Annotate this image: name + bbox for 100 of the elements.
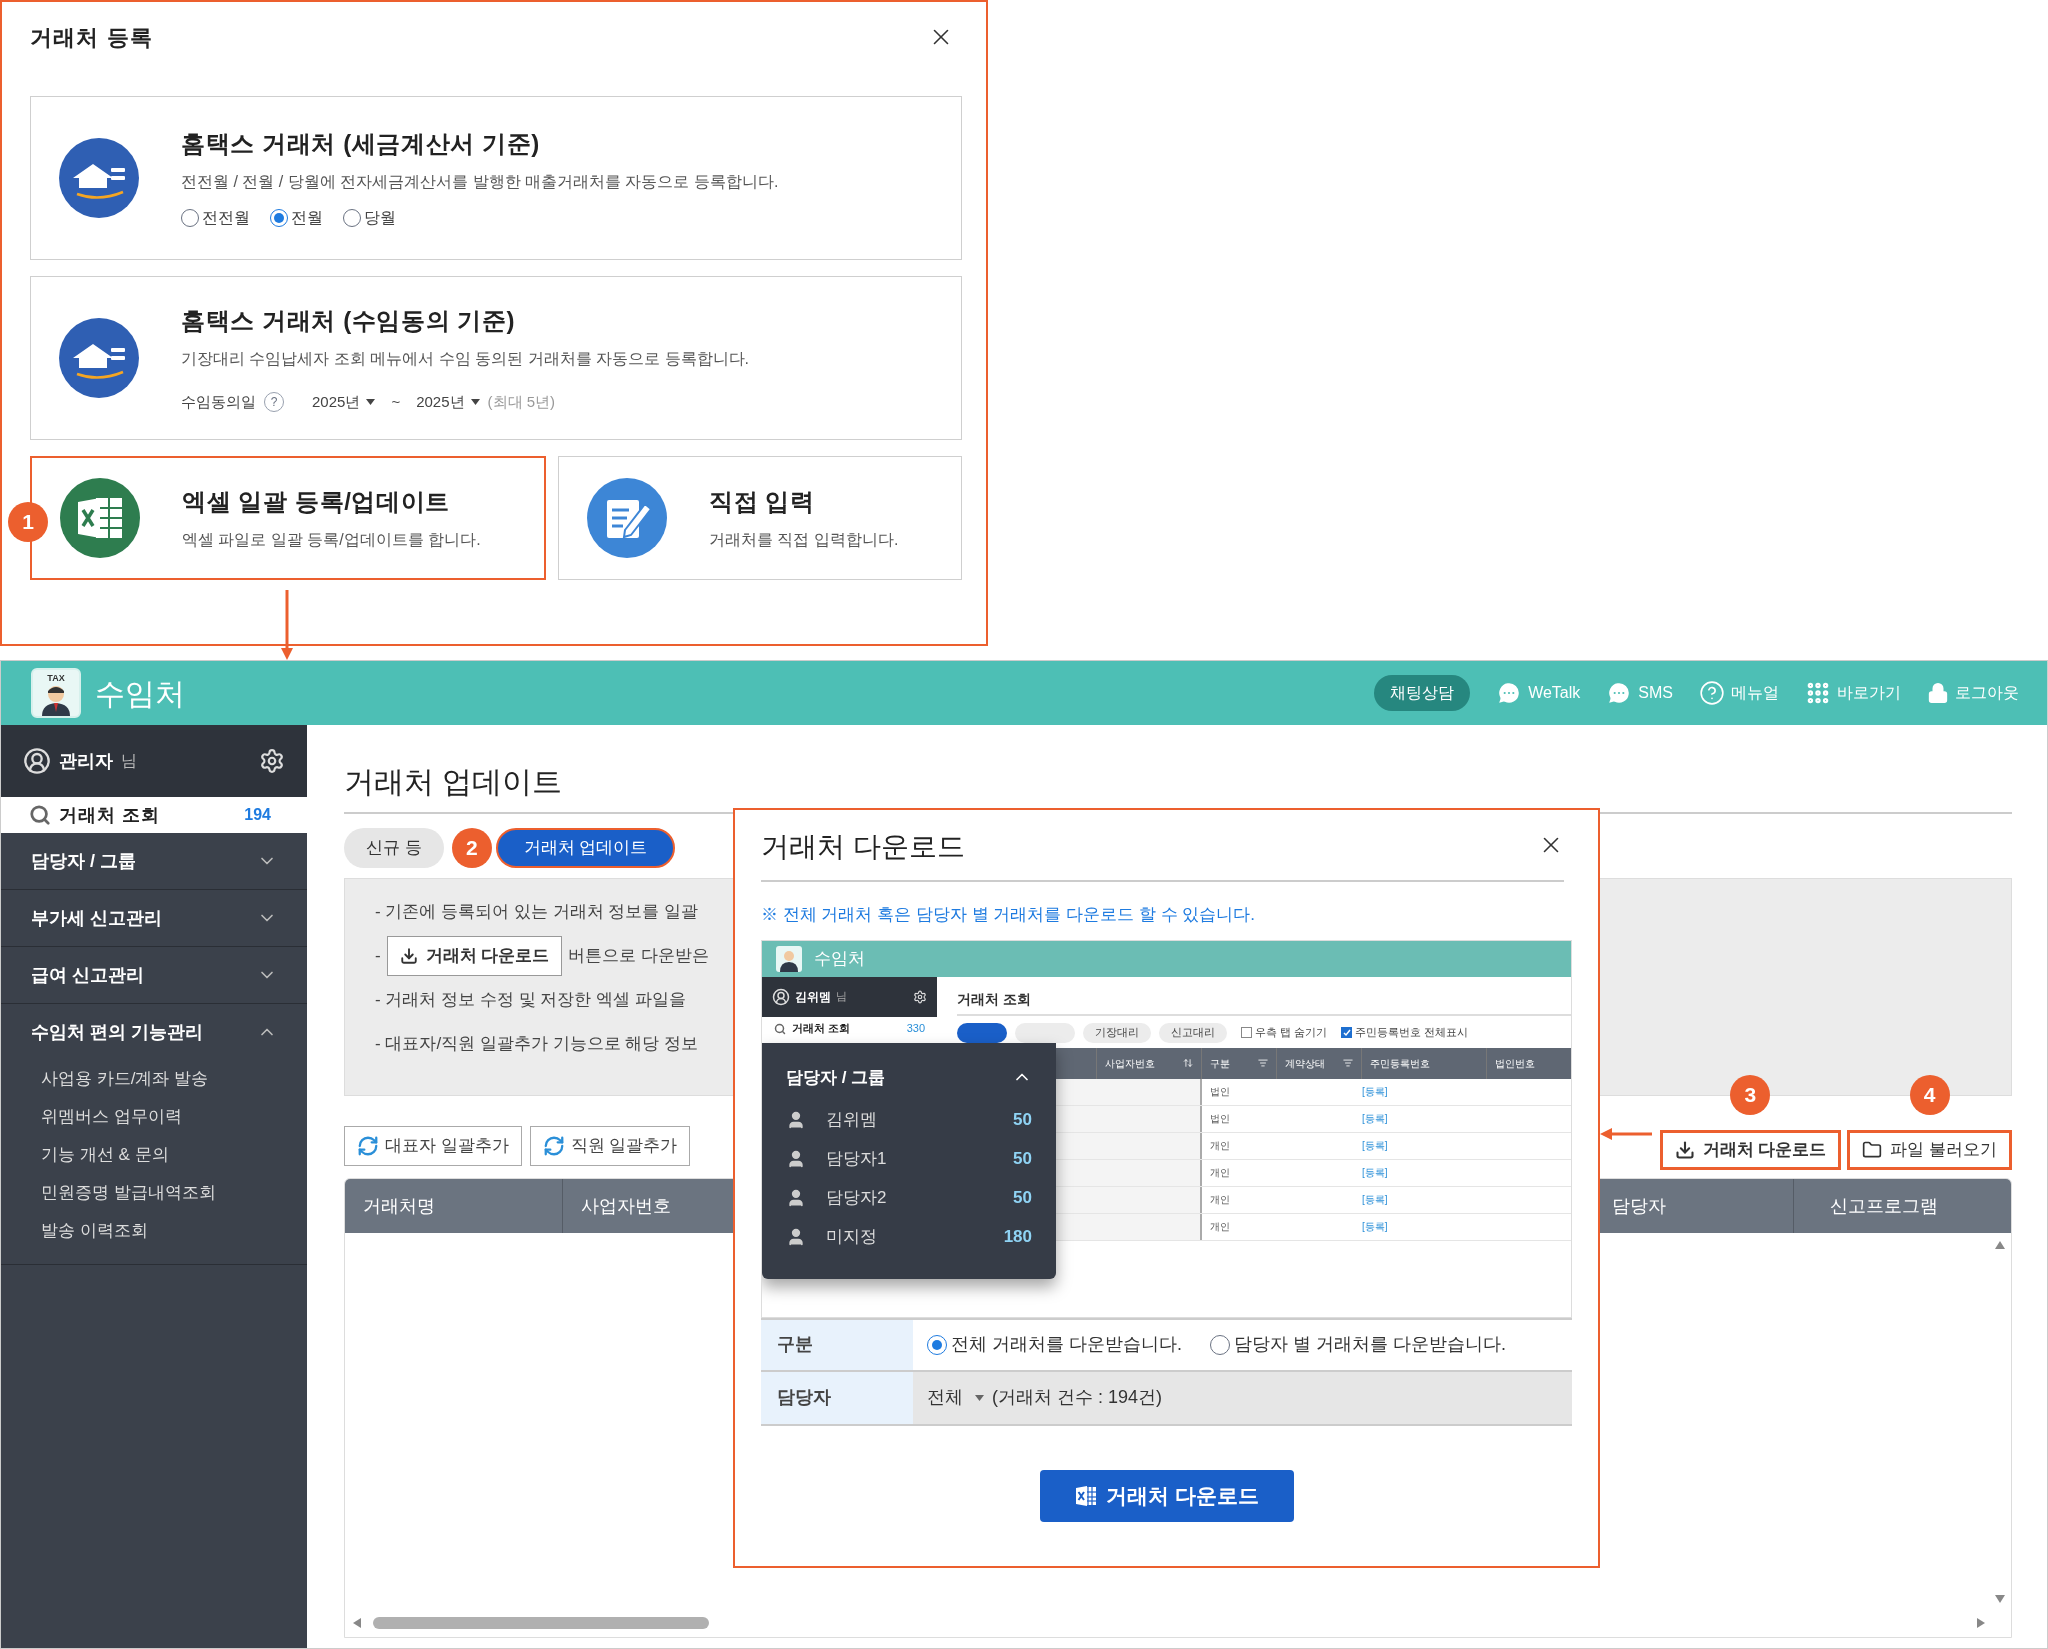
option-description: 전전월 / 전월 / 당월에 전자세금계산서를 발행한 매출거래처를 자동으로 등록합니다. [181,172,779,192]
menu-section[interactable]: 수임처 편의 기능관리 [1,1004,307,1060]
search-icon [774,1022,786,1035]
option-description: 기장대리 수임납세자 조회 메뉴에서 수임 동의된 거래처를 자동으로 등록합니다. [181,348,749,369]
radio-button[interactable] [343,209,361,227]
person-icon [786,1187,806,1208]
radio-button[interactable] [270,209,288,227]
manager-select[interactable]: 전체 [927,1384,984,1411]
download-submit-button[interactable]: 거래처 다운로드 [1039,1469,1294,1522]
manager-item[interactable]: 미지정 180 [786,1217,1032,1256]
caret-icon [470,399,480,405]
scroll-left-icon[interactable] [353,1618,363,1628]
refresh-icon [357,1135,379,1157]
step-badge: 3 [1730,1075,1771,1115]
grid-icon [1805,680,1831,706]
scroll-up-icon[interactable] [1995,1241,2005,1251]
chat-consult-button[interactable]: 채팅상담 [1374,675,1471,711]
user-suffix: 님 [836,989,847,1005]
horizontal-scrollbar[interactable] [373,1617,709,1629]
range-note: (최대 5년) [487,391,555,412]
search-icon [29,804,51,826]
submenu-item[interactable]: 위멤버스 업무이력 [41,1098,307,1136]
radio-label: 당월 [364,208,396,228]
person-figure-icon [39,684,73,716]
dialog-title: 거래처 등록 [30,23,153,52]
info-text: 버튼으로 다운받은 [568,945,710,968]
house-logo-icon [59,138,139,218]
option-title: 홈택스 거래처 (수임동의 기준) [181,305,517,336]
menu-item[interactable]: 거래처 조회 194 [1,797,307,833]
table-cell-text: 법인 [1209,1085,1231,1099]
spreadsheet-icon [1074,1483,1099,1508]
option-card[interactable]: 홈택스 거래처 (세금계산서 기준) 전전월 / 전월 / 당월에 전자세금계산서를 발행한 매출거래처를 자동으로 등록합니다. 전전월 전월 당월 [30,96,962,260]
scroll-down-icon[interactable] [1995,1595,2005,1605]
year-select[interactable]: 2025년 [312,390,376,414]
person-icon [786,1148,806,1169]
tab-pill [957,1022,1007,1043]
radio-button[interactable] [181,209,199,227]
info-text: - 거래처 정보 수정 및 저장한 엑셀 파일을 [375,989,686,1011]
year-select[interactable]: 2025년 [416,390,480,414]
column-header: 법인번호 [1495,1056,1535,1071]
download-icon [399,947,418,965]
manager-item[interactable]: 담당자1 50 [786,1139,1032,1178]
column-header: 주민등록번호 [1370,1056,1430,1071]
column-header: 계약상태 [1285,1056,1325,1071]
scroll-right-icon[interactable] [1977,1618,1987,1628]
table-cell-text: 개인 [1209,1166,1231,1180]
spreadsheet-icon [60,478,140,558]
register-link[interactable]: [등록] [1362,1078,1388,1105]
tab-pill [1015,1022,1075,1043]
checkbox-label: 우측 탭 숨기기 [1255,1025,1328,1041]
person-icon [786,1109,806,1130]
submenu-item[interactable]: 민원증명 발급내역조회 [41,1174,307,1212]
bulk-add-button[interactable]: 대표자 일괄추가 [344,1126,522,1166]
submenu-item[interactable]: 기능 개선 & 문의 [41,1136,307,1174]
lock-icon [1927,682,1949,704]
radio-button[interactable] [1210,1334,1230,1355]
field-label: 구분 [761,1319,913,1370]
menu-section[interactable]: 부가세 신고관리 [1,890,307,946]
help-icon [1699,680,1725,706]
option-title: 홈택스 거래처 (세금계산서 기준) [181,129,541,159]
radio-label: 전전월 [202,208,250,228]
option-card[interactable]: 홈택스 거래처 (수임동의 기준) 기장대리 수임납세자 조회 메뉴에서 수임 동의된 거래처를 자동으로 등록합니다. 수임동의일 ? 2025년 ~ 2025년 (최대 5년) [30,276,962,440]
folder-icon [1862,1140,1883,1160]
register-link[interactable]: [등록] [1362,1132,1388,1159]
option-description: 엑셀 파일로 일괄 등록/업데이트를 합니다. [182,530,481,550]
register-link[interactable]: [등록] [1362,1213,1388,1240]
page-title: 거래처 조회 [957,988,1571,1016]
menu-section[interactable]: 담당자 / 그룹 [1,833,307,889]
option-card[interactable]: 직접 입력 거래처를 직접 입력합니다. [558,456,962,580]
register-link[interactable]: [등록] [1362,1105,1388,1132]
radio-button[interactable] [927,1334,947,1355]
notice-text: ※ 전체 거래처 혹은 담당자 별 거래처를 다운로드 할 수 있습니다. [761,904,1256,926]
register-link[interactable]: [등록] [1362,1159,1388,1186]
manager-item[interactable]: 김위멤 50 [786,1100,1032,1139]
refresh-icon [542,1135,565,1157]
tab[interactable]: 신규 등 [344,828,444,868]
submenu-item[interactable]: 발송 이력조회 [41,1212,307,1250]
user-icon [772,987,790,1006]
checkbox-label: 주민등록번호 전체표시 [1355,1025,1469,1041]
manager-item[interactable]: 담당자2 50 [786,1178,1032,1217]
logo-text: TAX [47,672,65,684]
dialog-title: 거래처 다운로드 [761,830,965,864]
user-suffix: 님 [121,751,137,771]
submenu-item[interactable]: 사업용 카드/계좌 발송 [41,1060,307,1098]
radio-label: 전월 [291,208,323,228]
register-link[interactable]: [등록] [1362,1186,1388,1213]
bulk-add-button[interactable]: 직원 일괄추가 [529,1126,691,1166]
person-figure-icon [776,945,802,972]
field-label: 담당자 [761,1371,913,1424]
caret-icon [975,1394,984,1401]
download-button[interactable]: 거래처 다운로드 [386,936,563,976]
settings-icon[interactable] [259,748,285,774]
filter-icon [1343,1058,1353,1068]
sort-icon [1183,1058,1193,1068]
option-description: 거래처를 직접 입력합니다. [709,530,899,550]
user-name: 관리자 [59,749,113,773]
count-note: (거래처 건수 : 194건) [992,1386,1163,1409]
option-title: 엑셀 일괄 등록/업데이트 [182,487,451,517]
download-icon [1674,1140,1695,1160]
menu-section[interactable]: 급여 신고관리 [1,947,307,1003]
